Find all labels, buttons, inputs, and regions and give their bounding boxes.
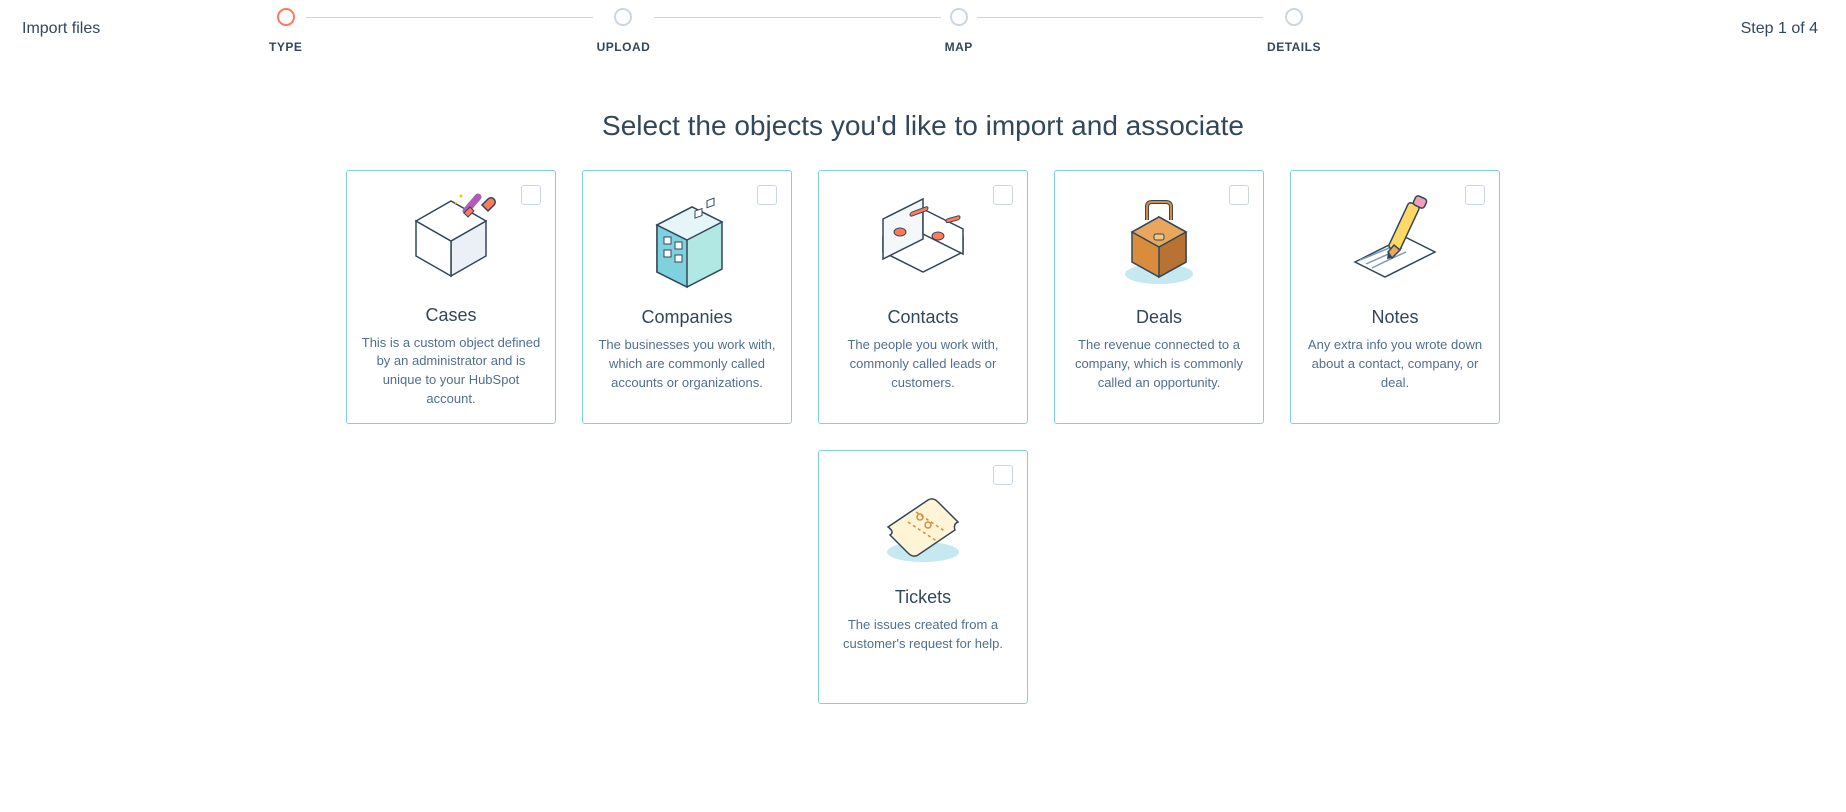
step-node-type[interactable]: TYPE	[265, 8, 306, 54]
contacts-icon	[863, 187, 983, 297]
card-title: Deals	[1136, 307, 1182, 328]
card-title: Tickets	[895, 587, 951, 608]
card-title: Contacts	[887, 307, 958, 328]
card-tickets[interactable]: Tickets The issues created from a custom…	[818, 450, 1028, 704]
step-circle-icon	[950, 8, 968, 26]
page-title: Import files	[22, 20, 100, 38]
card-desc: The issues created from a customer's req…	[833, 616, 1013, 654]
stepper: TYPE UPLOAD MAP DETAILS	[265, 8, 1325, 58]
card-title: Companies	[641, 307, 732, 328]
cards-row-2: Tickets The issues created from a custom…	[818, 450, 1028, 704]
card-companies[interactable]: Companies The businesses you work with, …	[582, 170, 792, 424]
step-label: TYPE	[269, 40, 302, 54]
step-label: MAP	[945, 40, 973, 54]
step-label: DETAILS	[1267, 40, 1321, 54]
card-cases[interactable]: Cases This is a custom object defined by…	[346, 170, 556, 424]
checkbox-icon[interactable]	[993, 465, 1013, 485]
card-deals[interactable]: Deals The revenue connected to a company…	[1054, 170, 1264, 424]
card-desc: Any extra info you wrote down about a co…	[1305, 336, 1485, 393]
step-node-map[interactable]: MAP	[941, 8, 977, 54]
card-title: Notes	[1371, 307, 1418, 328]
card-desc: The revenue connected to a company, whic…	[1069, 336, 1249, 393]
tickets-icon	[863, 467, 983, 577]
step-circle-icon	[1285, 8, 1303, 26]
step-circle-icon	[277, 8, 295, 26]
checkbox-icon[interactable]	[521, 185, 541, 205]
checkbox-icon[interactable]	[993, 185, 1013, 205]
checkbox-icon[interactable]	[757, 185, 777, 205]
card-notes[interactable]: Notes Any extra info you wrote down abou…	[1290, 170, 1500, 424]
card-desc: The people you work with, commonly calle…	[833, 336, 1013, 393]
checkbox-icon[interactable]	[1465, 185, 1485, 205]
card-title: Cases	[425, 305, 476, 326]
companies-icon	[627, 187, 747, 297]
step-node-upload[interactable]: UPLOAD	[593, 8, 655, 54]
card-desc: The businesses you work with, which are …	[597, 336, 777, 393]
notes-icon	[1335, 187, 1455, 297]
stepper-nodes: TYPE UPLOAD MAP DETAILS	[265, 8, 1325, 54]
step-label: UPLOAD	[597, 40, 651, 54]
card-desc: This is a custom object defined by an ad…	[361, 334, 541, 409]
cards-row-1: Cases This is a custom object defined by…	[346, 170, 1500, 424]
cards-container: Cases This is a custom object defined by…	[0, 170, 1846, 704]
step-indicator: Step 1 of 4	[1741, 20, 1818, 38]
step-circle-icon	[614, 8, 632, 26]
deals-icon	[1099, 187, 1219, 297]
card-contacts[interactable]: Contacts The people you work with, commo…	[818, 170, 1028, 424]
cases-icon	[391, 187, 511, 295]
checkbox-icon[interactable]	[1229, 185, 1249, 205]
heading: Select the objects you'd like to import …	[0, 110, 1846, 142]
step-node-details[interactable]: DETAILS	[1263, 8, 1325, 54]
